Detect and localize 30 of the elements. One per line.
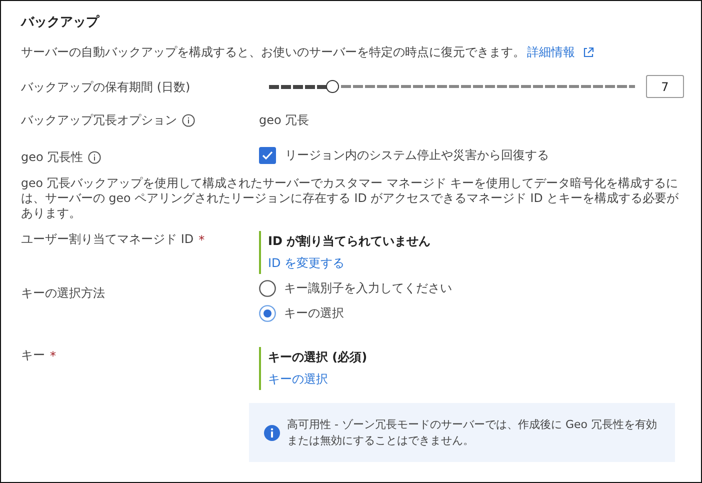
field-label: キー — [21, 347, 45, 364]
field-label: geo 冗長性 — [21, 149, 84, 166]
description-text: サーバーの自動バックアップを構成すると、お使いのサーバーを特定の時点に復元できます。 — [21, 44, 525, 61]
radio-button[interactable] — [259, 305, 276, 322]
field-label: ユーザー割り当てマネージド ID — [21, 231, 194, 248]
required-mark: * — [198, 232, 205, 246]
info-text: 高可用性 - ゾーン冗長モードのサーバーでは、作成後に Geo 冗長性を有効または無効にすることはできません。 — [287, 416, 657, 448]
field-label: バックアップ冗長オプション — [21, 112, 177, 129]
checkbox[interactable] — [259, 147, 276, 164]
radio-label: キー識別子を入力してください — [284, 280, 452, 297]
field-value: geo 冗長 — [259, 112, 310, 129]
status-text: ID が割り当てられていません — [268, 233, 432, 250]
number-field[interactable]: 7 — [646, 75, 684, 98]
field-label: バックアップの保有期間 (日数) — [21, 78, 190, 96]
status-text: キーの選択 (必須) — [268, 349, 368, 366]
select-key-link[interactable]: キーの選択 — [268, 371, 568, 388]
required-mark: * — [50, 348, 56, 362]
learn-more-link[interactable]: 詳細情報 — [527, 44, 575, 61]
section-title: バックアップ — [21, 14, 101, 31]
note-text: geo 冗長バックアップを使用して構成されたサーバーでカスタマー マネージド キーを使用してデータ暗号化を構成するには、サーバーの geo ペアリングされたリージョンに存在する ID がアクセスできるマネージド ID とキーを構成する必要があります。 — [21, 176, 680, 221]
info-icon — [264, 424, 280, 440]
checkbox-label: リージョン内のシステム停止や災害から回復する — [285, 147, 549, 164]
info-icon[interactable] — [182, 114, 195, 127]
field-label: キーの選択方法 — [21, 285, 105, 302]
radio-label: キーの選択 — [284, 305, 344, 322]
radio-button[interactable] — [259, 280, 276, 297]
info-icon[interactable] — [88, 151, 102, 164]
slider-thumb[interactable] — [326, 80, 340, 93]
change-identity-link[interactable]: ID を変更する — [268, 255, 568, 272]
external-link-icon — [583, 47, 594, 58]
